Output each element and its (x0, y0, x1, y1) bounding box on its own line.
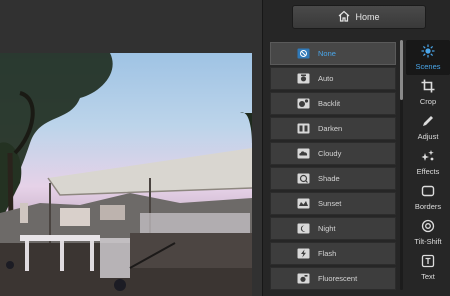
home-icon (338, 10, 350, 24)
scene-item-flash[interactable]: Flash (270, 242, 396, 265)
scene-item-darken[interactable]: Darken (270, 117, 396, 140)
scene-label: Flash (318, 249, 337, 258)
scene-label: Shade (318, 174, 340, 183)
tool-label: Tilt-Shift (414, 237, 442, 246)
darken-icon (296, 123, 310, 134)
scene-label: Cloudy (318, 149, 342, 158)
tool-label: Crop (419, 97, 437, 106)
scene-label: Darken (318, 124, 343, 133)
tool-tilt-shift[interactable]: Tilt-Shift (406, 215, 450, 250)
scene-label: Sunset (318, 199, 342, 208)
scene-item-cloudy[interactable]: Cloudy (270, 142, 396, 165)
tool-label: Borders (414, 202, 442, 211)
scene-item-sunset[interactable]: Sunset (270, 192, 396, 215)
sunset-icon (296, 198, 310, 209)
fluorescent-icon (296, 273, 310, 284)
crop-icon (421, 79, 435, 97)
scene-item-backlit[interactable]: Backlit (270, 92, 396, 115)
shade-icon (296, 173, 310, 184)
tool-label: Adjust (417, 132, 439, 141)
pencil-icon (421, 114, 435, 132)
tool-borders[interactable]: Borders (406, 180, 450, 215)
home-button[interactable]: Home (292, 5, 426, 29)
scene-item-shade[interactable]: Shade (270, 167, 396, 190)
tool-effects[interactable]: Effects (406, 145, 450, 180)
tool-adjust[interactable]: Adjust (406, 110, 450, 145)
flash-icon (296, 248, 310, 259)
scene-label: Auto (318, 74, 334, 83)
tool-scenes[interactable]: Scenes (406, 40, 450, 75)
scene-item-none[interactable]: None (270, 42, 396, 65)
backlit-icon (296, 98, 310, 109)
tool-label: Effects (416, 167, 440, 176)
tool-label: Text (421, 272, 435, 281)
scene-label: Backlit (318, 99, 341, 108)
scene-list: None Auto Backlit Darken Cloudy Shade Su… (270, 42, 396, 296)
scene-label: Night (318, 224, 336, 233)
scene-item-fluorescent[interactable]: Fluorescent (270, 267, 396, 290)
scene-label: None (318, 49, 336, 58)
scene-label: Fluorescent (318, 274, 358, 283)
photo-scene (0, 53, 252, 296)
camera-icon (296, 73, 310, 84)
photo-preview[interactable] (0, 53, 252, 296)
tiltshift-icon (421, 219, 435, 237)
scenes-sun-icon (421, 44, 435, 62)
cloud-icon (296, 148, 310, 159)
text-icon (421, 254, 435, 272)
tool-label: Scenes (415, 62, 441, 71)
sparkle-icon (421, 149, 435, 167)
tool-crop[interactable]: Crop (406, 75, 450, 110)
scrollbar-thumb[interactable] (400, 40, 403, 100)
none-icon (296, 48, 310, 59)
scene-list-scrollbar[interactable] (400, 40, 403, 290)
moon-icon (296, 223, 310, 234)
canvas-area (0, 0, 262, 296)
scene-item-night[interactable]: Night (270, 217, 396, 240)
tool-strip: Scenes Crop Adjust Effects Borders Tilt-… (406, 40, 450, 296)
tool-text[interactable]: Text (406, 250, 450, 285)
scene-item-auto[interactable]: Auto (270, 67, 396, 90)
home-label: Home (355, 12, 380, 22)
border-icon (421, 184, 435, 202)
